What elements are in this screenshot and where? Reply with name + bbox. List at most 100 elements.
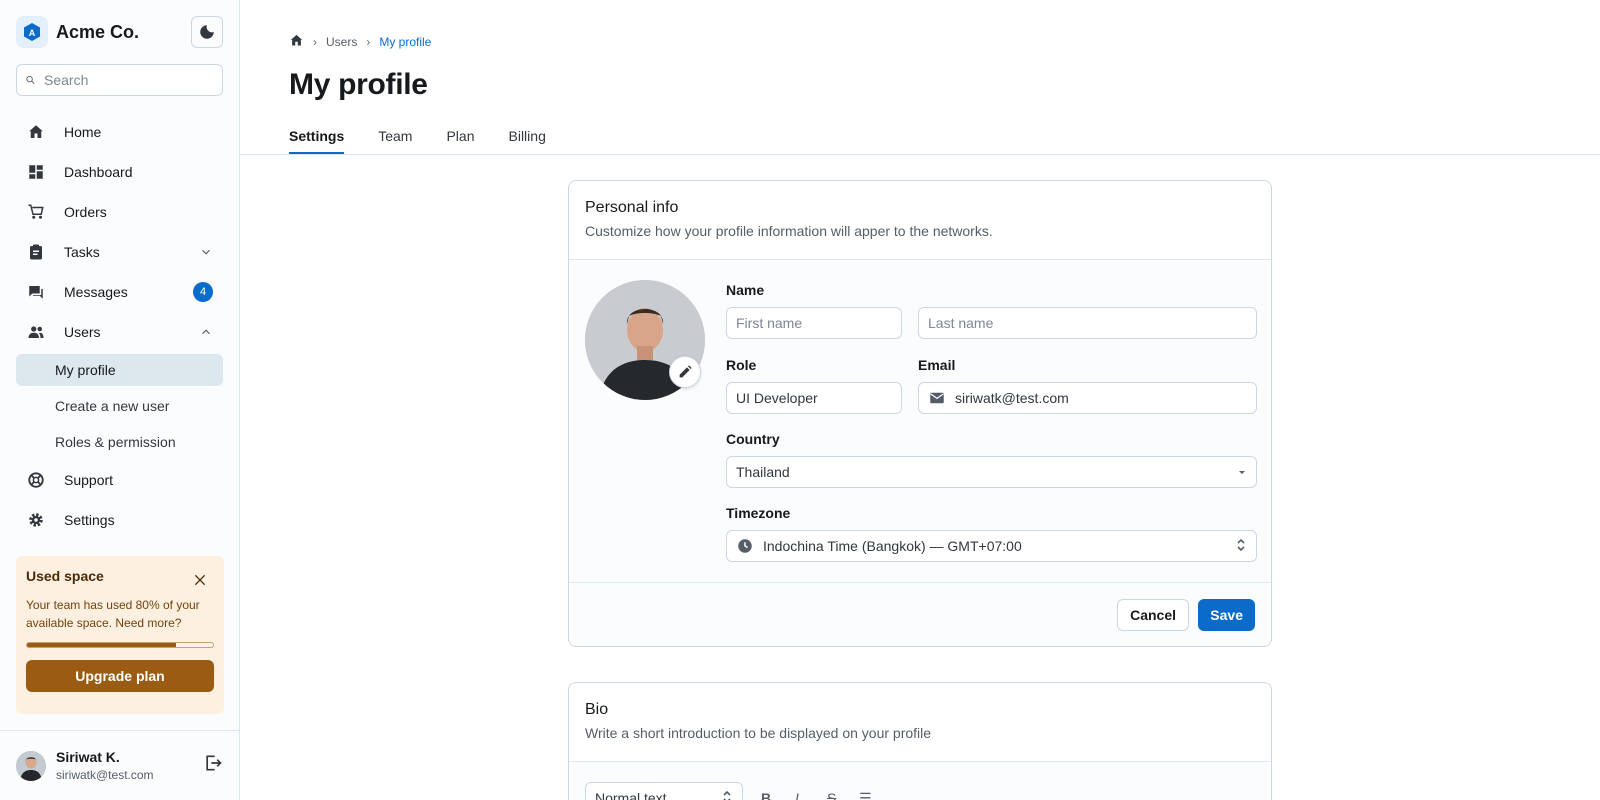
brand-name: Acme Co. <box>56 21 140 42</box>
chevron-up-icon[interactable] <box>199 325 213 339</box>
home-icon <box>26 122 46 142</box>
dashboard-icon <box>26 162 46 182</box>
last-name-input[interactable] <box>928 315 1247 331</box>
used-space-text: Your team has used 80% of your available… <box>26 598 200 630</box>
nav-settings-label: Settings <box>64 512 115 528</box>
gear-icon <box>26 510 46 530</box>
nav-users-label: Users <box>64 324 101 340</box>
search-box[interactable] <box>16 64 223 96</box>
nav-orders-label: Orders <box>64 204 107 220</box>
avatar[interactable] <box>16 750 46 781</box>
tab-settings[interactable]: Settings <box>289 128 345 154</box>
chevron-down-icon[interactable] <box>199 245 213 259</box>
nav-orders[interactable]: Orders <box>16 194 223 230</box>
bullet-list-icon[interactable]: ☰ <box>859 790 872 800</box>
strikethrough-icon[interactable]: S <box>827 790 836 800</box>
country-select[interactable]: Thailand <box>726 456 1257 488</box>
breadcrumb: › Users › My profile <box>289 33 431 51</box>
nav-home[interactable]: Home <box>16 114 223 150</box>
save-button[interactable]: Save <box>1198 599 1255 631</box>
chevron-right-icon: › <box>366 35 371 49</box>
edit-photo-button[interactable] <box>669 356 701 388</box>
name-label: Name <box>726 282 765 298</box>
text-style-select[interactable]: Normal text <box>585 782 743 800</box>
personal-info-card: Personal info Customize how your profile… <box>568 180 1272 647</box>
breadcrumb-users[interactable]: Users <box>326 35 357 49</box>
tabs-divider <box>240 154 1600 155</box>
unfold-icon <box>721 789 733 800</box>
clock-icon <box>738 539 752 553</box>
home-icon[interactable] <box>289 33 304 51</box>
bio-card: Bio Write a short introduction to be dis… <box>568 682 1272 800</box>
bio-subtitle: Write a short introduction to be display… <box>585 725 932 741</box>
nav-messages-label: Messages <box>64 284 128 300</box>
user-email: siriwatk@test.com <box>56 768 154 782</box>
cart-icon <box>26 202 46 222</box>
user-name: Siriwat K. <box>56 749 120 765</box>
unfold-icon <box>1235 537 1247 556</box>
used-space-progress <box>26 642 214 648</box>
nav-dashboard[interactable]: Dashboard <box>16 154 223 190</box>
pencil-icon <box>679 365 692 378</box>
close-icon[interactable] <box>192 572 208 593</box>
personal-info-subtitle: Customize how your profile information w… <box>585 223 993 239</box>
support-icon <box>26 470 46 490</box>
svg-text:A: A <box>29 28 36 38</box>
dark-mode-toggle[interactable] <box>191 16 223 48</box>
first-name-input[interactable] <box>736 315 892 331</box>
timezone-value: Indochina Time (Bangkok) — GMT+07:00 <box>763 538 1022 554</box>
mail-icon <box>930 392 944 404</box>
text-style-value: Normal text <box>595 790 667 800</box>
brand: A Acme Co. <box>16 16 223 48</box>
used-space-card: Used space Your team has used 80% of you… <box>16 556 224 714</box>
logout-icon[interactable] <box>203 753 223 778</box>
nav-messages[interactable]: Messages 4 <box>16 274 223 310</box>
upgrade-plan-button[interactable]: Upgrade plan <box>26 660 214 692</box>
nav-tasks[interactable]: Tasks <box>16 234 223 270</box>
personal-info-title: Personal info <box>585 199 679 216</box>
country-label: Country <box>726 431 780 447</box>
users-icon <box>26 322 46 342</box>
nav-my-profile[interactable]: My profile <box>16 354 223 386</box>
tab-billing[interactable]: Billing <box>509 128 546 154</box>
nav-home-label: Home <box>64 124 102 140</box>
timezone-label: Timezone <box>726 505 791 521</box>
cancel-button[interactable]: Cancel <box>1117 599 1189 631</box>
nav-support[interactable]: Support <box>16 462 223 498</box>
first-name-field[interactable] <box>726 307 902 339</box>
clipboard-icon <box>26 242 46 262</box>
country-value: Thailand <box>736 464 790 480</box>
tab-plan[interactable]: Plan <box>446 128 474 154</box>
email-value: siriwatk@test.com <box>955 390 1069 406</box>
italic-icon[interactable]: I <box>795 790 799 800</box>
last-name-field[interactable] <box>918 307 1257 339</box>
nav-dashboard-label: Dashboard <box>64 164 133 180</box>
used-space-title: Used space <box>26 568 104 584</box>
nav-tasks-label: Tasks <box>64 244 100 260</box>
nav-roles-permission[interactable]: Roles & permission <box>16 426 223 458</box>
brand-logo-icon: A <box>16 16 48 48</box>
main-nav: Home Dashboard Orders Tasks Messages 4 U… <box>16 114 223 538</box>
role-value: UI Developer <box>736 390 818 406</box>
nav-create-user[interactable]: Create a new user <box>16 390 223 422</box>
sidebar: A Acme Co. Home Dashboard Orders Tasks <box>0 0 240 800</box>
main-content: › Users › My profile My profile Settings… <box>240 0 1600 800</box>
role-field[interactable]: UI Developer <box>726 382 902 414</box>
timezone-select[interactable]: Indochina Time (Bangkok) — GMT+07:00 <box>726 530 1257 562</box>
used-space-progress-fill <box>27 643 176 647</box>
messages-count-badge: 4 <box>193 282 213 302</box>
search-input[interactable] <box>44 72 214 88</box>
chevron-right-icon: › <box>313 35 317 49</box>
page-title: My profile <box>289 68 428 101</box>
chat-icon <box>26 282 46 302</box>
nav-support-label: Support <box>64 472 114 488</box>
email-field[interactable]: siriwatk@test.com <box>918 382 1257 414</box>
nav-users[interactable]: Users <box>16 314 223 350</box>
bio-title: Bio <box>585 701 609 718</box>
user-account: Siriwat K. siriwatk@test.com <box>0 730 239 800</box>
bold-icon[interactable]: B <box>761 790 771 800</box>
tab-team[interactable]: Team <box>378 128 412 154</box>
nav-settings[interactable]: Settings <box>16 502 223 538</box>
moon-icon <box>200 25 214 39</box>
email-label: Email <box>918 357 956 373</box>
